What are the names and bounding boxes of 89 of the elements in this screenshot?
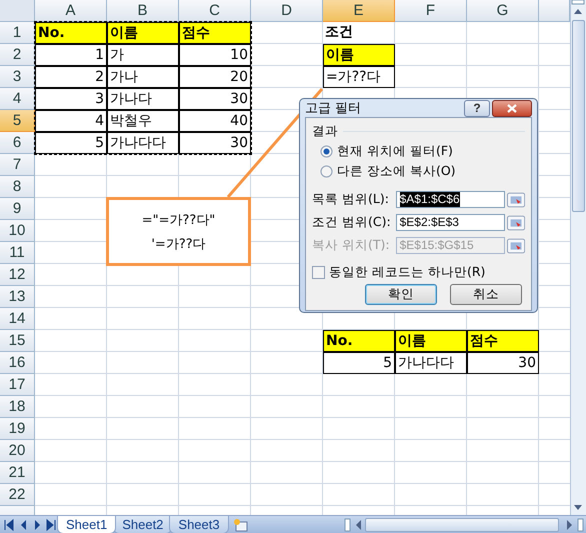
table-cell: 가나 — [107, 66, 179, 88]
field-label: 복사 위치(T): — [312, 237, 391, 254]
dialog-title: 고급 필터 — [305, 100, 362, 117]
radio-label[interactable]: 현재 위치에 필터(F) — [337, 143, 453, 160]
column-header[interactable]: E — [323, 0, 395, 22]
row-header[interactable]: 9 — [0, 198, 35, 220]
table-cell: 박철우 — [107, 110, 179, 132]
row-header[interactable]: 6 — [0, 132, 35, 154]
table-cell: 5 — [35, 132, 107, 154]
table-cell: =가??다 — [323, 66, 395, 88]
checkbox[interactable] — [312, 266, 325, 279]
row-header[interactable]: 3 — [0, 66, 35, 88]
row-header[interactable]: 17 — [0, 374, 35, 396]
table-cell: 30 — [179, 132, 251, 154]
row-header[interactable]: 14 — [0, 308, 35, 330]
table-cell: 3 — [35, 88, 107, 110]
checkbox-label[interactable]: 동일한 레코드는 하나만(R) — [329, 264, 486, 281]
table-cell: 1 — [35, 44, 107, 66]
field-label: 목록 범위(L): — [312, 191, 390, 208]
row-header[interactable]: 10 — [0, 220, 35, 242]
table-cell: 30 — [467, 352, 539, 374]
range-field[interactable]: $E$2:$E$3 — [396, 214, 505, 231]
table-cell: 이름 — [107, 22, 179, 44]
first-sheet-icon[interactable] — [3, 518, 15, 532]
row-header[interactable]: 5 — [0, 110, 35, 132]
scrollbar-thumb[interactable] — [572, 20, 585, 212]
table-cell: 30 — [179, 88, 251, 110]
table-cell: 점수 — [467, 330, 539, 352]
ok-button[interactable]: 확인 — [365, 284, 437, 305]
row-header[interactable]: 7 — [0, 154, 35, 176]
split-handle-icon[interactable] — [344, 517, 351, 533]
table-cell: 이름 — [323, 44, 395, 66]
cancel-button[interactable]: 취소 — [450, 284, 522, 305]
last-sheet-icon[interactable] — [45, 518, 57, 532]
column-header[interactable]: D — [251, 0, 323, 22]
table-cell: 가 — [107, 44, 179, 66]
row-header[interactable]: 20 — [0, 440, 35, 462]
row-header[interactable]: 1 — [0, 22, 35, 44]
range-field[interactable]: $A$1:$C$6 — [396, 191, 505, 208]
column-header[interactable]: C — [179, 0, 251, 22]
help-button[interactable]: ? — [464, 100, 490, 116]
table-cell: 4 — [35, 110, 107, 132]
collapse-dialog-icon[interactable] — [506, 192, 525, 208]
callout-text: ="=가??다" — [142, 212, 216, 228]
collapse-dialog-icon[interactable] — [506, 238, 525, 254]
row-header[interactable]: 13 — [0, 286, 35, 308]
row-header[interactable]: 21 — [0, 462, 35, 484]
radio-label[interactable]: 다른 장소에 복사(O) — [337, 163, 456, 180]
column-header[interactable]: G — [467, 0, 539, 22]
collapse-dialog-icon[interactable] — [506, 214, 525, 230]
table-cell: No. — [35, 22, 107, 44]
table-cell: 10 — [179, 44, 251, 66]
sheet-tab[interactable]: Sheet1 — [57, 516, 116, 533]
row-header[interactable]: 19 — [0, 418, 35, 440]
table-cell: 가나다다 — [107, 132, 179, 154]
sheet-tab[interactable]: Sheet3 — [169, 516, 229, 533]
close-icon — [506, 102, 518, 114]
row-header[interactable]: 11 — [0, 242, 35, 264]
row-header[interactable]: 22 — [0, 484, 35, 506]
row-header[interactable]: 16 — [0, 352, 35, 374]
scroll-right-icon[interactable] — [565, 517, 575, 533]
insert-sheet-icon[interactable] — [232, 517, 250, 533]
close-button[interactable] — [492, 100, 532, 116]
table-cell: 5 — [323, 352, 395, 374]
table-cell: 가나다 — [107, 88, 179, 110]
row-header[interactable]: 4 — [0, 88, 35, 110]
field-label: 조건 범위(C): — [312, 214, 392, 231]
table-cell: 이름 — [395, 330, 467, 352]
callout-text: '=가??다 — [151, 236, 206, 252]
row-header[interactable]: 18 — [0, 396, 35, 418]
section-label: 결과 — [312, 123, 338, 140]
table-cell: 점수 — [179, 22, 251, 44]
row-header[interactable]: 8 — [0, 176, 35, 198]
column-header[interactable]: A — [35, 0, 107, 22]
split-handle-icon[interactable] — [577, 517, 584, 533]
table-cell: No. — [323, 330, 395, 352]
row-header[interactable]: 12 — [0, 264, 35, 286]
radio-button[interactable] — [320, 165, 333, 178]
sheet-tab[interactable]: Sheet2 — [113, 516, 172, 533]
column-header[interactable]: F — [395, 0, 467, 22]
table-cell: 40 — [179, 110, 251, 132]
column-header[interactable]: B — [107, 0, 179, 22]
row-header[interactable]: 15 — [0, 330, 35, 352]
table-cell: 가나다다 — [395, 352, 467, 374]
scrollbar-thumb[interactable] — [365, 518, 559, 532]
radio-button[interactable] — [320, 145, 333, 158]
row-header[interactable]: 2 — [0, 44, 35, 66]
table-cell: 20 — [179, 66, 251, 88]
table-cell: 2 — [35, 66, 107, 88]
